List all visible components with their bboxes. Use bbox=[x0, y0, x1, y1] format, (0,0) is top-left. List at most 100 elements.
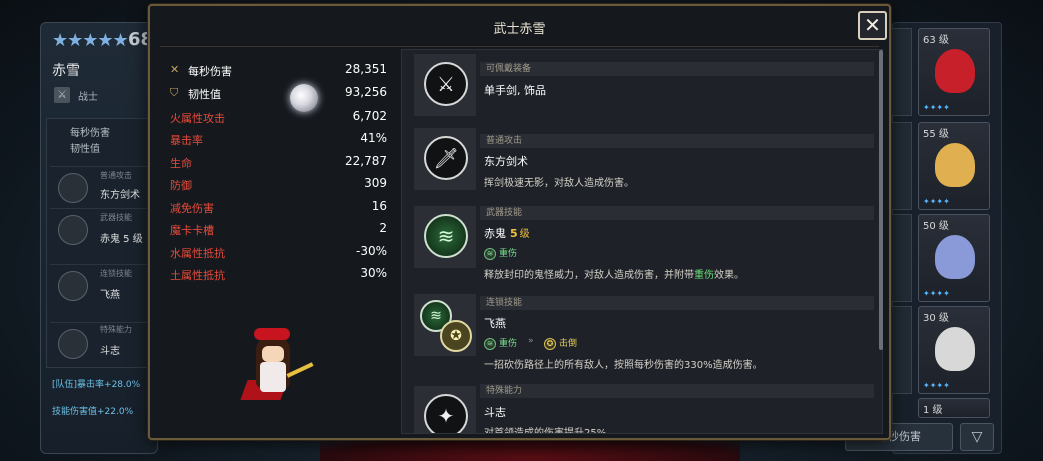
stat-row: 土属性抵抗 30% bbox=[162, 264, 387, 284]
stat-label: 土属性抵抗 bbox=[170, 269, 225, 282]
star-rating: ★★★★★ bbox=[52, 30, 129, 51]
sort-order-icon[interactable]: ▽ bbox=[960, 423, 994, 451]
bg-skill-tag: 特殊能力 bbox=[100, 325, 132, 334]
stat-row: 防御 309 bbox=[162, 174, 387, 194]
sword-shield-icon: ⚔ bbox=[424, 62, 468, 106]
sprite-wand bbox=[286, 362, 314, 378]
star-icon: ✦✦✦✦ bbox=[923, 103, 950, 112]
desc-highlight: 重伤 bbox=[694, 270, 714, 281]
bg-stat-toughness: 韧性值 bbox=[70, 144, 100, 155]
hero-card-partial[interactable] bbox=[890, 214, 912, 302]
hero-name: 赤雪 bbox=[52, 63, 80, 79]
sprite-face bbox=[262, 346, 284, 362]
skill-damage-bonus: 技能伤害值+22.0% bbox=[52, 407, 134, 417]
background-red-glow bbox=[320, 438, 740, 461]
sword-icon bbox=[58, 173, 88, 203]
bg-skill-name: 赤鬼 5 级 bbox=[100, 234, 143, 245]
stat-label: 减免伤害 bbox=[170, 202, 214, 215]
section-tag: 特殊能力 bbox=[486, 386, 523, 396]
hero-card-partial[interactable] bbox=[890, 122, 912, 210]
hero-card[interactable]: 30 级 ✦✦✦✦ bbox=[918, 306, 990, 394]
star-icon: ✦✦✦✦ bbox=[923, 289, 950, 298]
hero-card[interactable]: 1 级 bbox=[918, 398, 990, 418]
hero-card-level: 1 级 bbox=[923, 405, 943, 416]
hero-sprite bbox=[238, 328, 318, 408]
equip-types: 单手剑, 饰品 bbox=[484, 84, 546, 97]
hero-card[interactable]: 50 级 ✦✦✦✦ bbox=[918, 214, 990, 302]
stat-value: 28,351 bbox=[345, 62, 387, 76]
stat-label: 魔卡卡槽 bbox=[170, 224, 214, 237]
stat-label: 暴击率 bbox=[170, 134, 203, 147]
stat-label: 生命 bbox=[170, 157, 192, 170]
chain-claw-icon bbox=[58, 271, 88, 301]
skill-desc: 对首领造成的伤害提升25%。 bbox=[484, 428, 617, 434]
icon-frame: ≋ ✪ bbox=[414, 294, 476, 356]
stat-value: 309 bbox=[364, 176, 387, 190]
hero-portrait bbox=[935, 327, 975, 371]
stat-value: 2 bbox=[379, 221, 387, 235]
heavy-wound-icon: ≋ bbox=[484, 247, 496, 260]
skill-name-text: 赤鬼 bbox=[484, 227, 506, 240]
heavy-wound-chip: ≋ 重伤 bbox=[484, 246, 517, 260]
section-header: 普通攻击 bbox=[480, 134, 874, 148]
bg-skill-name: 飞燕 bbox=[100, 290, 120, 301]
hero-portrait bbox=[935, 49, 975, 93]
icon-frame: ⚔ bbox=[414, 54, 476, 116]
section-tag: 连锁技能 bbox=[486, 298, 523, 308]
hero-card-level: 50 级 bbox=[923, 221, 949, 232]
modal-title: 武士赤雪 bbox=[493, 22, 546, 37]
skill-name: 斗志 bbox=[484, 406, 506, 419]
hero-role: 战士 bbox=[78, 92, 98, 103]
section-header: 连锁技能 bbox=[480, 296, 874, 310]
hero-card-level: 63 级 bbox=[923, 35, 949, 46]
stat-label: 火属性攻击 bbox=[170, 112, 225, 125]
stat-row: 魔卡卡槽 2 bbox=[162, 219, 387, 239]
hero-card[interactable]: 63 级 ✦✦✦✦ bbox=[918, 28, 990, 116]
bg-skill-tag: 武器技能 bbox=[100, 213, 132, 222]
hero-card-level: 55 级 bbox=[923, 129, 949, 140]
section-header: 武器技能 bbox=[480, 206, 874, 220]
shield-icon: ⛉ bbox=[170, 86, 179, 99]
stat-row: ✕ 每秒伤害 28,351 bbox=[162, 60, 387, 80]
close-button[interactable]: ✕ bbox=[858, 11, 887, 40]
skill-detail-pane[interactable]: ⚔ 可佩戴装备 单手剑, 饰品 🗡 普通攻击 东方剑术 挥剑极速无影，对敌人造成… bbox=[401, 49, 883, 434]
crossed-swords-icon: ✕ bbox=[170, 63, 180, 76]
hero-portrait bbox=[935, 143, 975, 187]
stat-label: 每秒伤害 bbox=[188, 65, 232, 78]
icon-frame: ≋ bbox=[414, 206, 476, 268]
knockdown-icon: ✪ bbox=[544, 337, 556, 350]
claw-slash-icon: ≋ bbox=[424, 214, 468, 258]
stat-value: 30% bbox=[360, 266, 387, 280]
stat-row: ⛉ 韧性值 93,256 bbox=[162, 83, 387, 103]
hero-info-modal: 武士赤雪 ✕ ✕ 每秒伤害 28,351 ⛉ 韧性值 93,256 火属性攻击 … bbox=[148, 4, 891, 440]
chip-label: 击倒 bbox=[559, 339, 578, 349]
stat-row: 生命 22,787 bbox=[162, 152, 387, 172]
stat-value: 6,702 bbox=[352, 109, 387, 123]
heavy-wound-icon: ≋ bbox=[484, 337, 496, 350]
stat-row: 减免伤害 16 bbox=[162, 197, 387, 217]
section-tag: 武器技能 bbox=[486, 208, 523, 218]
section-tag: 普通攻击 bbox=[486, 136, 523, 146]
scrollbar[interactable] bbox=[879, 50, 883, 350]
skill-desc: 一招砍伤路径上的所有敌人，按照每秒伤害的330%造成伤害。 bbox=[484, 360, 763, 371]
sparkle-icon: ✦ bbox=[424, 394, 468, 433]
knockdown-chip: ✪ 击倒 bbox=[544, 336, 577, 350]
skill-desc: 挥剑极速无影，对敌人造成伤害。 bbox=[484, 178, 634, 189]
sparkle-icon bbox=[58, 329, 88, 359]
chip-label: 重伤 bbox=[499, 249, 518, 259]
icon-frame: 🗡 bbox=[414, 128, 476, 190]
team-bonus-crit: [队伍]暴击率+28.0% bbox=[52, 380, 141, 390]
hero-card-partial[interactable] bbox=[890, 28, 912, 116]
skill-name: 飞燕 bbox=[484, 317, 506, 330]
star-icon: ✦✦✦✦ bbox=[923, 381, 950, 390]
heavy-wound-chip: ≋ 重伤 bbox=[484, 336, 517, 350]
star-icon: ✦✦✦✦ bbox=[923, 197, 950, 206]
bg-skill-tag: 普通攻击 bbox=[100, 171, 132, 180]
desc-text: 释放封印的鬼怪威力，对敌人造成伤害，并附带 bbox=[484, 270, 694, 281]
hero-portrait bbox=[935, 235, 975, 279]
hero-card-partial[interactable] bbox=[890, 306, 912, 394]
desc-text: 效果。 bbox=[714, 270, 744, 281]
bg-skill-name: 斗志 bbox=[100, 346, 120, 357]
hero-card[interactable]: 55 级 ✦✦✦✦ bbox=[918, 122, 990, 210]
stat-value: 16 bbox=[371, 199, 387, 213]
